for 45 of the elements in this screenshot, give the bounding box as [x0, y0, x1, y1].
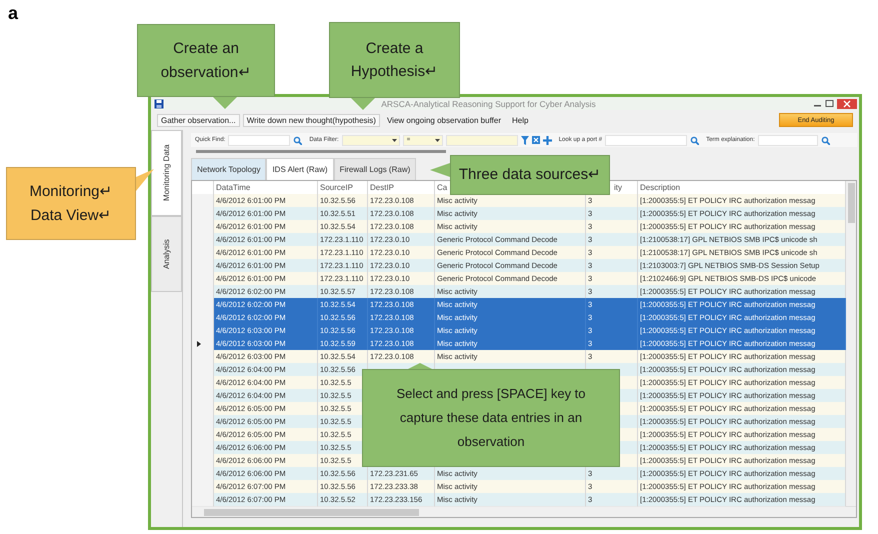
callout-pointer: [136, 169, 154, 191]
callout-pointer: [351, 98, 375, 110]
vertical-scrollbar[interactable]: [846, 181, 856, 506]
search-icon[interactable]: [820, 136, 830, 144]
callout-pointer: [408, 363, 432, 369]
input-field[interactable]: [605, 134, 688, 146]
callout: Three data sources↵: [450, 155, 610, 195]
caret-icon: [392, 138, 397, 142]
dropdown-field[interactable]: [342, 134, 400, 146]
search-icon[interactable]: [690, 136, 700, 144]
figure-label: a: [8, 4, 18, 22]
app-icon: [154, 98, 164, 108]
caret-icon: [434, 138, 440, 142]
close-icon[interactable]: [837, 98, 857, 108]
window-title: ARSCA-Analytical Reasoning Support for Cyber Analysis: [381, 98, 596, 108]
dropdown-field[interactable]: [446, 134, 518, 146]
callout: Create an observation↵: [137, 24, 275, 97]
callout: Create a Hypothesis↵: [329, 22, 460, 98]
side-tab[interactable]: Analysis: [151, 216, 182, 292]
callout-pointer: [430, 163, 450, 177]
column-header[interactable]: DataTime: [216, 183, 250, 192]
menu-item[interactable]: View ongoing observation buffer: [382, 114, 505, 126]
menu-item[interactable]: Help: [508, 114, 532, 126]
column-header[interactable]: SourceIP: [320, 183, 353, 192]
input-field[interactable]: [758, 134, 818, 146]
funnel-icon[interactable]: [520, 136, 529, 144]
column-header[interactable]: Description: [640, 183, 680, 192]
search-icon[interactable]: [293, 136, 302, 144]
horizontal-scrollbar[interactable]: [192, 506, 856, 517]
callout: Monitoring↵ Data View↵: [6, 167, 136, 240]
input-field[interactable]: [228, 134, 290, 146]
toolbar-button[interactable]: Write down new thought(hypothesis): [242, 114, 380, 126]
column-header[interactable]: ity: [614, 183, 622, 192]
side-tab[interactable]: Monitoring Data: [151, 130, 182, 216]
callout: Select and press [SPACE] key to capture these data entries in an observation: [362, 369, 620, 467]
clear-icon[interactable]: [532, 136, 540, 144]
tab[interactable]: Network Topology: [191, 158, 266, 180]
callout-pointer: [213, 97, 237, 109]
column-header[interactable]: DestIP: [370, 183, 394, 192]
tab[interactable]: IDS Alert (Raw): [266, 158, 334, 180]
tab[interactable]: Firewall Logs (Raw): [334, 158, 416, 180]
maximize-icon[interactable]: [825, 99, 834, 108]
toolbar-button[interactable]: Gather observation...: [157, 114, 240, 126]
column-header[interactable]: Ca: [437, 183, 448, 192]
plus-icon[interactable]: [542, 136, 552, 144]
